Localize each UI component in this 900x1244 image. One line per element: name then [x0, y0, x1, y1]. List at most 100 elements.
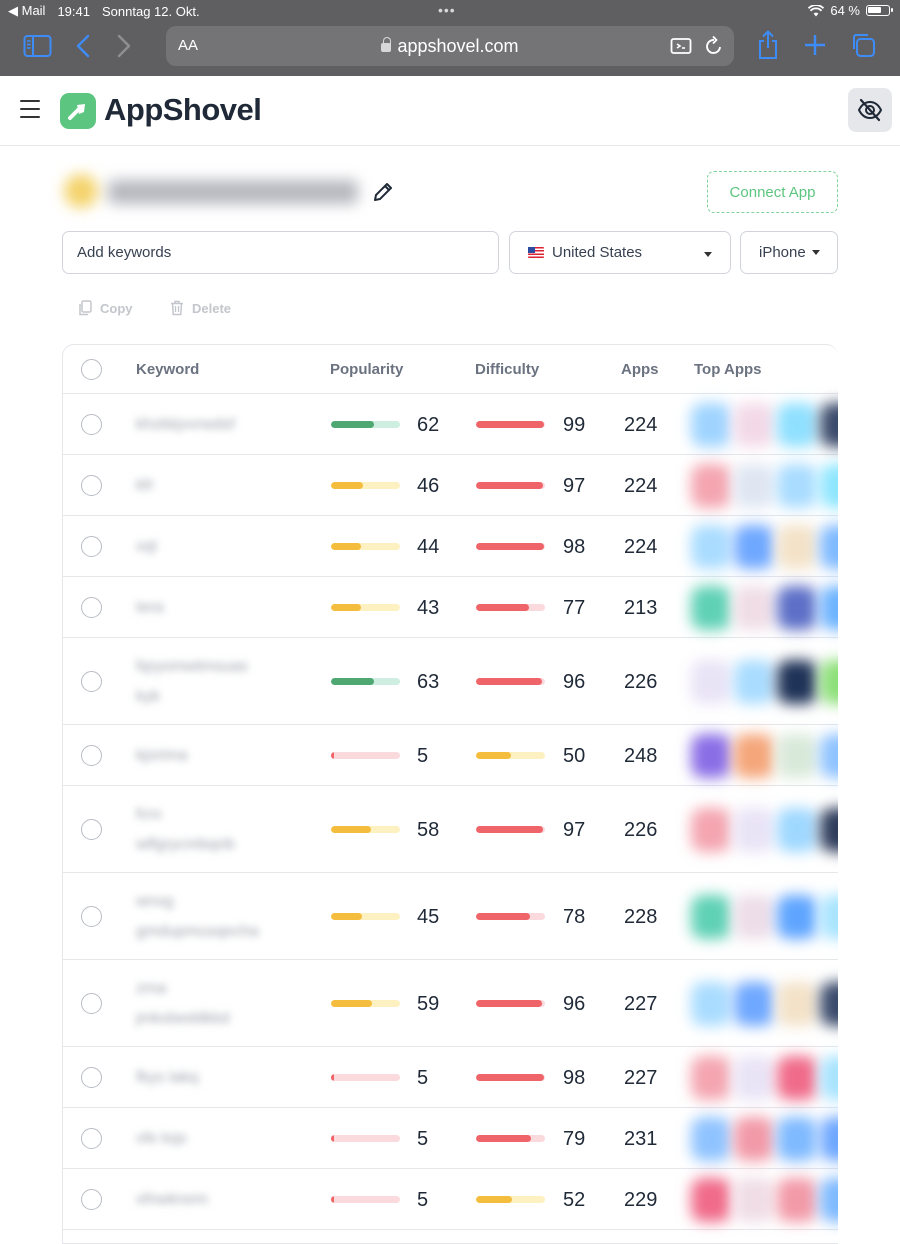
back-icon[interactable]	[76, 34, 90, 58]
app-icon[interactable]	[777, 659, 817, 704]
table-row[interactable]: zma jmkxbeddkkd 59 96 227	[63, 960, 838, 1047]
privacy-toggle-button[interactable]	[848, 88, 892, 132]
table-row[interactable]: fqryomwtmsuas kyk 63 96 226	[63, 638, 838, 725]
table-row[interactable]: xql 44 98 224	[63, 516, 838, 577]
row-select-radio[interactable]	[81, 1127, 102, 1149]
app-icon[interactable]	[691, 1116, 731, 1161]
app-icon[interactable]	[691, 402, 731, 447]
app-icon[interactable]	[777, 463, 817, 508]
row-select-radio[interactable]	[81, 535, 102, 557]
edit-pencil-icon[interactable]	[372, 181, 394, 203]
app-icon[interactable]	[820, 463, 838, 508]
app-icon[interactable]	[820, 981, 838, 1026]
table-row[interactable]: tera 43 77 213	[63, 577, 838, 638]
select-all-radio[interactable]	[81, 359, 102, 380]
app-icon[interactable]	[734, 807, 774, 852]
app-icon[interactable]	[820, 1055, 838, 1100]
app-icon[interactable]	[777, 1116, 817, 1161]
row-select-radio[interactable]	[81, 1188, 102, 1210]
popularity-bar-fill	[331, 420, 374, 428]
app-icon[interactable]	[820, 659, 838, 704]
app-icon[interactable]	[820, 733, 838, 778]
status-bar: ◀ Mail 19:41 Sonntag 12. Okt. ••• 64 %	[0, 0, 900, 22]
app-icon[interactable]	[691, 659, 731, 704]
menu-icon[interactable]	[20, 100, 40, 124]
tabs-overview-icon[interactable]	[850, 32, 876, 58]
app-icon[interactable]	[820, 585, 838, 630]
app-icon[interactable]	[777, 524, 817, 569]
app-icon[interactable]	[691, 981, 731, 1026]
row-select-radio[interactable]	[81, 818, 102, 840]
row-select-radio[interactable]	[81, 1066, 102, 1088]
back-to-app[interactable]: ◀ Mail	[8, 3, 45, 19]
app-icon[interactable]	[777, 733, 817, 778]
table-row[interactable]: kjorima 5 50 248	[63, 725, 838, 786]
multitask-dots[interactable]: •••	[438, 2, 456, 18]
keyword-text: fkys lakq	[136, 1063, 198, 1093]
reload-icon[interactable]	[704, 35, 724, 57]
app-icon[interactable]	[691, 524, 731, 569]
table-row[interactable]: kfr 46 97 224	[63, 455, 838, 516]
app-icon[interactable]	[734, 733, 774, 778]
address-bar[interactable]: AA appshovel.com	[166, 26, 734, 66]
difficulty-value: 98	[563, 1066, 586, 1089]
app-icon[interactable]	[734, 402, 774, 447]
app-icon[interactable]	[734, 981, 774, 1026]
add-keywords-input[interactable]	[62, 231, 499, 274]
app-icon[interactable]	[777, 981, 817, 1026]
col-popularity[interactable]: Popularity	[330, 361, 403, 378]
app-icon[interactable]	[777, 894, 817, 939]
table-row[interactable]: fcrx wlfgrycmbqnb 58 97 226	[63, 786, 838, 873]
app-icon[interactable]	[734, 1055, 774, 1100]
row-select-radio[interactable]	[81, 670, 102, 692]
app-icon[interactable]	[777, 585, 817, 630]
row-select-radio[interactable]	[81, 474, 102, 496]
app-icon[interactable]	[820, 402, 838, 447]
app-icon[interactable]	[777, 1055, 817, 1100]
app-icon[interactable]	[777, 402, 817, 447]
connect-app-button[interactable]: Connect App	[707, 171, 838, 213]
forward-icon[interactable]	[117, 34, 131, 58]
app-icon[interactable]	[691, 894, 731, 939]
app-icon[interactable]	[691, 1055, 731, 1100]
app-icon[interactable]	[734, 524, 774, 569]
share-icon[interactable]	[756, 30, 780, 60]
app-icon[interactable]	[691, 463, 731, 508]
app-icon[interactable]	[820, 807, 838, 852]
app-icon[interactable]	[691, 585, 731, 630]
app-icon[interactable]	[734, 585, 774, 630]
row-select-radio[interactable]	[81, 596, 102, 618]
battery-percent: 64 %	[830, 3, 860, 18]
trash-icon	[171, 300, 183, 316]
app-icon[interactable]	[820, 894, 838, 939]
sidebar-icon[interactable]	[23, 34, 53, 58]
app-icon[interactable]	[734, 659, 774, 704]
app-icon[interactable]	[777, 807, 817, 852]
row-select-radio[interactable]	[81, 744, 102, 766]
country-select[interactable]: United States	[509, 231, 731, 274]
date: Sonntag 12. Okt.	[102, 3, 200, 19]
app-icon[interactable]	[820, 524, 838, 569]
table-row[interactable]: khzkkjvvrwdsf 62 99 224	[63, 394, 838, 455]
new-tab-icon[interactable]	[804, 34, 826, 56]
app-icon[interactable]	[734, 463, 774, 508]
col-apps[interactable]: Apps	[621, 361, 659, 378]
tab-extension-icon[interactable]	[670, 36, 692, 56]
col-difficulty[interactable]: Difficulty	[475, 361, 539, 378]
table-row[interactable]: fkys lakq 5 98 227	[63, 1047, 838, 1108]
app-icon[interactable]	[734, 894, 774, 939]
row-select-radio[interactable]	[81, 413, 102, 435]
row-select-radio[interactable]	[81, 992, 102, 1014]
delete-button[interactable]: Delete	[170, 300, 231, 316]
table-row[interactable]: vfe kqs 5 79 231	[63, 1108, 838, 1169]
col-keyword[interactable]: Keyword	[136, 361, 199, 378]
table-row[interactable]: wnxg gmdupmusqecha 45 78 228	[63, 873, 838, 960]
top-apps-icons	[691, 402, 838, 447]
app-icon[interactable]	[691, 807, 731, 852]
app-icon[interactable]	[820, 1116, 838, 1161]
row-select-radio[interactable]	[81, 905, 102, 927]
copy-button[interactable]: Copy	[78, 300, 133, 316]
app-icon[interactable]	[734, 1116, 774, 1161]
app-icon[interactable]	[691, 733, 731, 778]
device-select[interactable]: iPhone	[740, 231, 838, 274]
